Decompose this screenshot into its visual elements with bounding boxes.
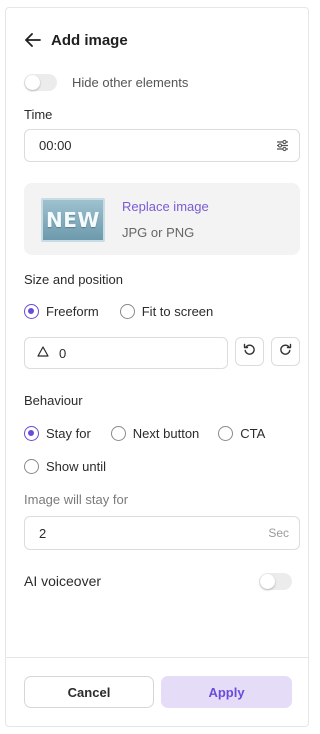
radio-freeform[interactable]: Freeform: [24, 304, 99, 319]
stay-duration-label: Image will stay for: [24, 492, 129, 507]
hide-elements-toggle[interactable]: [24, 74, 57, 91]
page-title: Add image: [51, 31, 128, 49]
apply-button[interactable]: Apply: [161, 676, 292, 708]
arrow-left-icon[interactable]: [24, 31, 42, 49]
cancel-button[interactable]: Cancel: [24, 676, 154, 708]
behaviour-label: Behaviour: [24, 393, 83, 408]
replace-image-link[interactable]: Replace image: [122, 199, 209, 214]
sliders-icon[interactable]: [276, 139, 289, 155]
radio-button[interactable]: [110, 426, 126, 441]
behaviour-options-row-1: Stay for Next button CTA: [24, 426, 279, 441]
radio-show-until[interactable]: Show until: [24, 459, 106, 474]
radio-fit-to-screen[interactable]: Fit to screen: [119, 304, 213, 319]
stay-duration-unit: Sec: [268, 526, 289, 540]
footer-divider: [6, 657, 308, 658]
image-format-hint: JPG or PNG: [122, 225, 195, 240]
radio-button[interactable]: [24, 459, 39, 474]
radio-button[interactable]: [24, 426, 39, 441]
radio-stay-for[interactable]: Stay for: [24, 426, 91, 441]
size-position-options: Freeform Fit to screen: [24, 304, 227, 319]
ai-voiceover-toggle[interactable]: [259, 573, 292, 590]
behaviour-options-row-2: Show until: [24, 459, 120, 474]
time-label: Time: [24, 107, 53, 122]
image-card: NEW Replace image JPG or PNG: [24, 183, 300, 255]
rotation-value: 0: [59, 345, 67, 361]
radio-button[interactable]: [218, 426, 234, 441]
image-thumbnail: NEW: [41, 198, 105, 242]
stay-duration-input[interactable]: 2 Sec: [24, 516, 300, 550]
ai-voiceover-label: AI voiceover: [24, 573, 102, 589]
size-position-label: Size and position: [24, 272, 124, 287]
rotate-ccw-icon: [243, 343, 256, 361]
hide-elements-row: Hide other elements: [24, 74, 188, 91]
radio-next-button[interactable]: Next button: [110, 426, 199, 441]
add-image-panel: Add image Hide other elements Time 00:00…: [5, 7, 309, 727]
rotate-cw-icon: [279, 343, 292, 361]
rotate-right-button[interactable]: [271, 337, 300, 366]
radio-button[interactable]: [119, 304, 135, 319]
triangle-icon: [37, 344, 49, 362]
rotate-left-button[interactable]: [235, 337, 264, 366]
stay-duration-value: 2: [39, 525, 47, 541]
radio-cta[interactable]: CTA: [218, 426, 265, 441]
radio-button[interactable]: [24, 304, 39, 319]
time-value: 00:00: [39, 138, 72, 153]
rotation-input[interactable]: 0: [24, 337, 228, 369]
hide-elements-label: Hide other elements: [72, 75, 189, 90]
panel-header: Add image: [24, 30, 128, 50]
time-input[interactable]: 00:00: [24, 129, 300, 162]
